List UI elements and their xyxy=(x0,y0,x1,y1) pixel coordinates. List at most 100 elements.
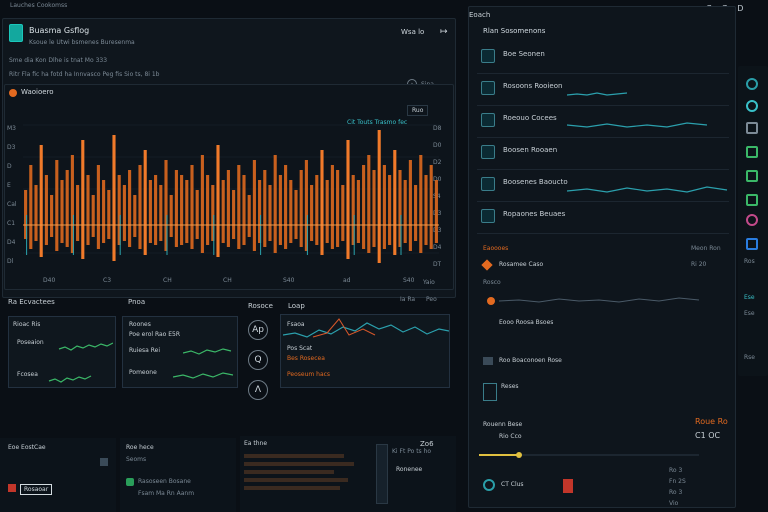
waveform-panel: Waoioero Ruo Cit Touts Trasmo fec M3 D3 D E… xyxy=(4,84,454,290)
right-num: Ro 3 xyxy=(669,467,683,474)
circle-q-icon: Q xyxy=(248,350,268,370)
x-tick-label: C3 xyxy=(103,277,112,284)
log-lines xyxy=(244,450,364,508)
footer-item-0[interactable]: Rosaoar xyxy=(20,484,53,495)
x-tick-label: S40 xyxy=(283,277,295,284)
row-icon xyxy=(481,81,495,95)
sidebar-icon-3[interactable] xyxy=(746,122,758,134)
footer-square-icon xyxy=(100,458,108,466)
header-arrow-icon[interactable]: ↦ xyxy=(440,27,448,37)
line-chart-line-3: Bes Rosecea xyxy=(287,355,325,362)
right-row[interactable]: Boosen Rooaen xyxy=(477,141,729,170)
sidebar-icon-4[interactable] xyxy=(746,146,758,158)
status-dot-icon xyxy=(9,89,17,97)
right-row[interactable]: Boe Seonen xyxy=(477,45,729,74)
alert-icon xyxy=(8,484,16,492)
metric-card-2[interactable]: Roones Poe erol Rao E5R Ruiesa Rei Pomeo… xyxy=(122,316,238,388)
line-chart-line-2: Pos Scat xyxy=(287,345,313,352)
right-section-e: Reses xyxy=(501,383,519,390)
warning-icon xyxy=(481,259,493,271)
right-row[interactable]: Rosoons Rooieon xyxy=(477,77,729,106)
sidebar-icon-7[interactable] xyxy=(746,214,758,226)
x-tick-label: ad xyxy=(343,277,351,284)
right-row-label: Roeouo Cocees xyxy=(503,114,557,122)
right-row-label: Rosoons Rooieon xyxy=(503,82,563,90)
row-icon xyxy=(481,49,495,63)
sidebar-icon-8[interactable] xyxy=(746,238,758,250)
right-row[interactable]: Roeouo Cocees xyxy=(477,109,729,138)
card1-spark xyxy=(58,342,113,351)
footer-item-1: Seoms xyxy=(126,456,147,463)
y-tick-label: M3 xyxy=(7,125,16,132)
footer-card-3: Ea thne Ki Ft Po ts ho Zo6 Ronenee xyxy=(240,436,456,512)
right-footer-a: Roue Ro xyxy=(695,417,728,426)
sub-row-1: Sme dia Kon Dlhe is tnat Mo 333 xyxy=(9,57,108,64)
x-tick-label: S40 xyxy=(403,277,415,284)
footer-item-2: Rasoseen Bosane xyxy=(138,478,191,485)
right-section-d: Roo Boaconoen Rose xyxy=(499,357,562,364)
right-rows: Boe Seonen Rosoons Rooieon Roeouo Cocees Bo… xyxy=(469,45,735,241)
right-row-label: Boe Seonen xyxy=(503,50,545,58)
right-section-f-right: Rio Cco xyxy=(499,433,522,440)
sidebar-label-3: Rse xyxy=(744,354,755,361)
section-label-ecv: Ra Ecvactees xyxy=(8,298,55,306)
card1-spark-2 xyxy=(48,375,92,383)
sub-row-2: Ritr Fla fic ha fotd ha Innvasco Peg fis… xyxy=(9,71,160,78)
right-spark-1 xyxy=(499,297,700,303)
window-control-c[interactable]: D xyxy=(737,4,743,13)
nav-icon-a[interactable]: Ap xyxy=(248,320,268,340)
right-section-a: Eaoooes xyxy=(483,245,509,252)
sidebar-icon-5[interactable] xyxy=(746,170,758,182)
right-section-b-right: Ri 20 xyxy=(691,261,707,268)
nav-icon-c[interactable]: Λ xyxy=(248,380,268,400)
right-row[interactable]: Boosenes Baoucto xyxy=(477,173,729,202)
sidebar-icon-1[interactable] xyxy=(746,78,758,90)
y-tick-label: D xyxy=(7,163,12,170)
footer-status: Zo6 xyxy=(420,440,434,448)
row-sparkline-path xyxy=(567,186,728,193)
y-tick-label: Dl xyxy=(7,258,14,265)
right-num: Ro 3 xyxy=(669,489,683,496)
x-tick-label: D40 xyxy=(43,277,56,284)
top-tab-label: Lauches Cookomss xyxy=(10,2,68,9)
scrollbar[interactable] xyxy=(376,444,388,504)
sidebar-icon-6[interactable] xyxy=(746,194,758,206)
check-icon xyxy=(126,478,134,486)
y-tick-label: C1 xyxy=(7,220,16,227)
y-tick-label: D4 xyxy=(7,239,16,246)
x-tick-label: CH xyxy=(163,277,172,284)
row-icon xyxy=(481,145,495,159)
sidebar-label-2: Ese xyxy=(744,310,755,317)
footer-title-2: Roe hece xyxy=(126,444,154,451)
right-num: Fn 2S xyxy=(669,478,686,485)
right-row-label: Ropaones Beuaes xyxy=(503,210,566,218)
right-panel: Eoach Rlan Sosomenons Boe Seonen Rosoons … xyxy=(468,6,736,508)
letter-a-icon: Ap xyxy=(248,320,268,340)
right-section-c: Rosco xyxy=(483,279,501,286)
row-sparkline xyxy=(567,92,628,96)
right-section-f: Rouenn Bese xyxy=(483,421,523,428)
header-right-label[interactable]: Wsa lo xyxy=(401,28,424,36)
corner-label-2: Peo xyxy=(426,296,437,303)
nav-a-label: Ap xyxy=(252,325,264,335)
footer-meta: Ki Ft Po ts ho xyxy=(392,448,432,455)
card2-title: Roones xyxy=(129,321,151,328)
right-section-b: Rosamee Caso xyxy=(499,261,544,268)
row-icon xyxy=(481,177,495,191)
line-chart-card: Fsaoa Pos Scat Bes Rosecea Peoseum hacs xyxy=(280,314,450,388)
right-row[interactable]: Ropaones Beuaes xyxy=(477,205,729,234)
right-row-label: Boosen Rooaen xyxy=(503,146,558,154)
nav-b-label: Q xyxy=(254,355,262,365)
metric-card-1[interactable]: Rioac Ris Poseaion Fcosea xyxy=(8,316,116,388)
footer-status-2: Ronenee xyxy=(396,466,423,473)
folder-icon xyxy=(483,357,493,365)
orange-dot-icon xyxy=(487,297,495,305)
y-axis-labels: M3 D3 D E Cal C1 D4 Dl xyxy=(7,125,21,275)
nav-icon-b[interactable]: Q xyxy=(248,350,268,370)
right-progress xyxy=(479,452,699,458)
play-icon[interactable] xyxy=(483,479,495,491)
right-sidebar: Ros Ese Ese Rse xyxy=(738,66,768,376)
card2-line: Poe erol Rao E5R xyxy=(129,331,181,338)
sidebar-icon-2[interactable] xyxy=(746,100,758,112)
row-icon xyxy=(481,113,495,127)
